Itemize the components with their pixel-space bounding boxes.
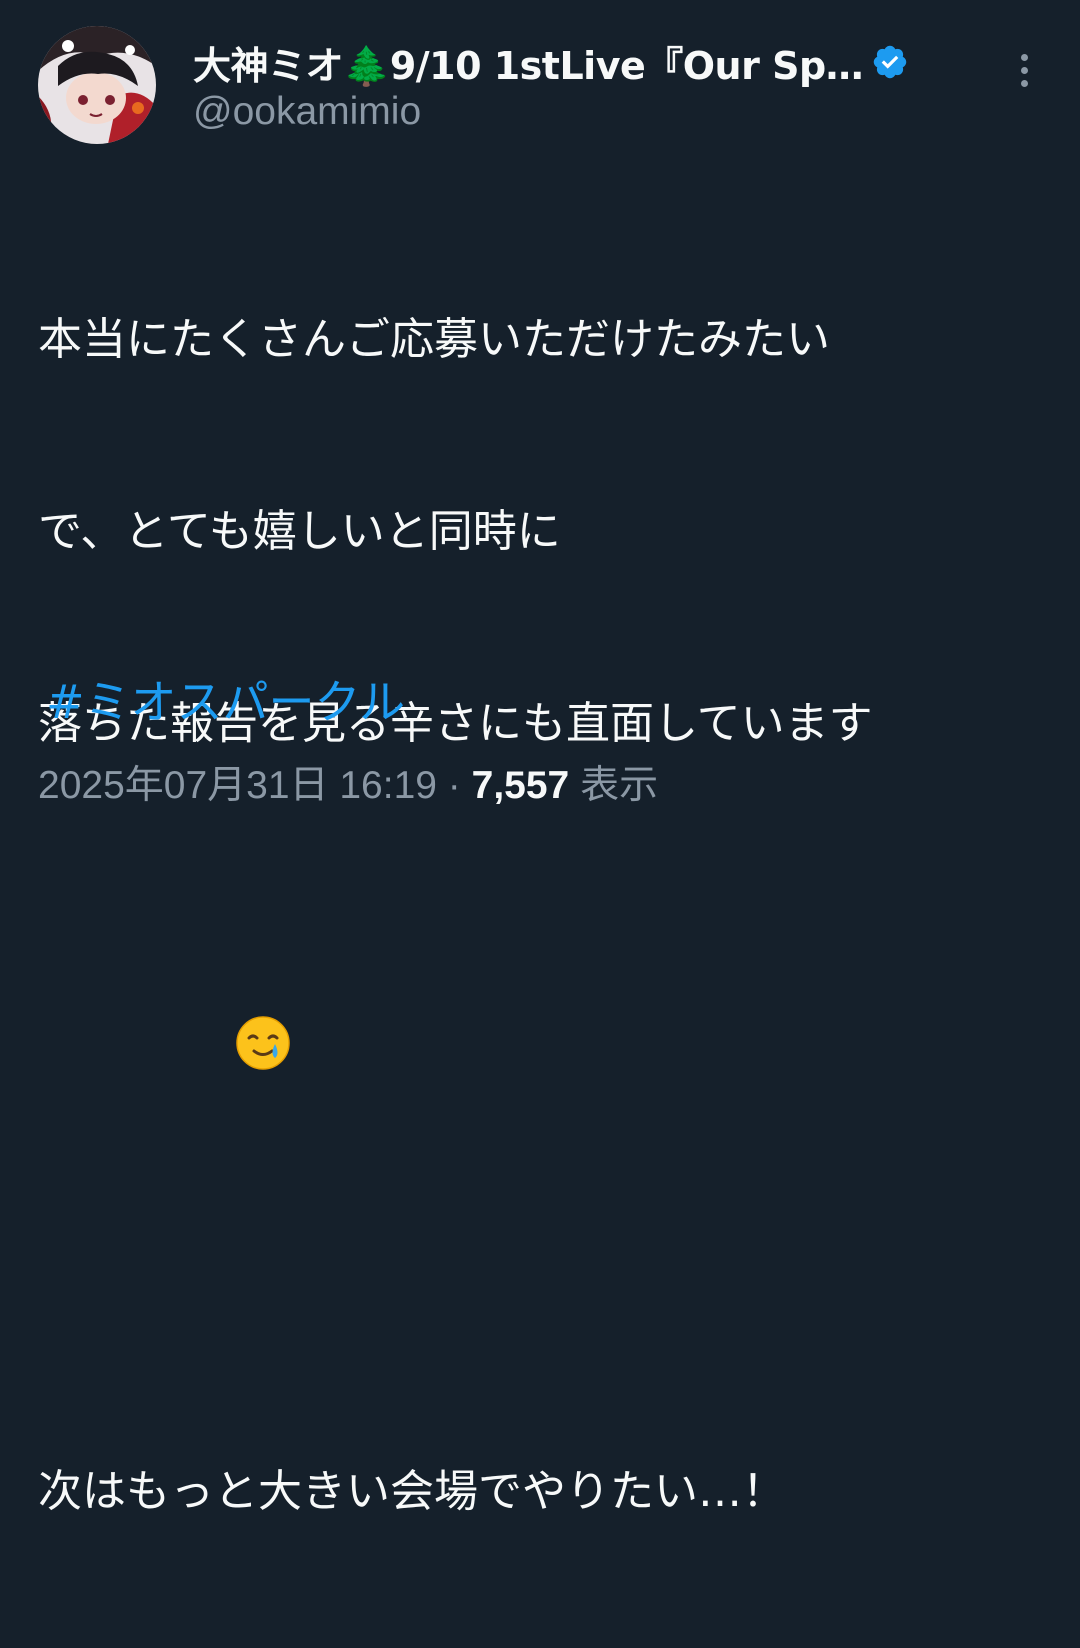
avatar[interactable] (38, 26, 156, 144)
tweet-meta: 2025年07月31日 16:19 · 7,557 表示 (38, 754, 658, 810)
timestamp[interactable]: 2025年07月31日 16:19 (38, 764, 437, 807)
tweet-text-line: で、とても嬉しいと同時に (38, 506, 561, 557)
tweet-text: 本当にたくさんご応募いただけたみたい で、とても嬉しいと同時に 落ちた報告を見る… (38, 180, 1048, 1648)
views-count: 7,557 (471, 764, 570, 807)
tweet-text-line: 次はもっと大きい会場でやりたい…！ (38, 1466, 786, 1517)
tweet-header: 大神ミオ🌲9/10 1stLive『Our Sp… @ookamimio (38, 26, 1048, 146)
avatar-image (38, 26, 156, 144)
meta-separator: · (436, 764, 472, 807)
hashtag-link[interactable]: #ミオスパークル (46, 666, 405, 732)
tweet-text-line (38, 1268, 1048, 1332)
tweet-text-line (38, 884, 1048, 1070)
tweet-text-line (38, 1076, 1048, 1140)
smiling-face-with-tear-icon (122, 950, 290, 1070)
tweet-text-line: 本当にたくさんご応募いただけたみたい (38, 314, 830, 365)
verified-badge-icon (871, 43, 909, 81)
display-name[interactable]: 大神ミオ🌲9/10 1stLive『Our Sp… (193, 35, 864, 90)
user-handle[interactable]: @ookamimio (193, 90, 421, 134)
more-options-icon[interactable] (1012, 54, 1036, 96)
views-label: 表示 (569, 764, 659, 807)
name-row: 大神ミオ🌲9/10 1stLive『Our Sp… (193, 36, 909, 88)
tweet-card: 大神ミオ🌲9/10 1stLive『Our Sp… @ookamimio 本当に… (0, 0, 1080, 1517)
